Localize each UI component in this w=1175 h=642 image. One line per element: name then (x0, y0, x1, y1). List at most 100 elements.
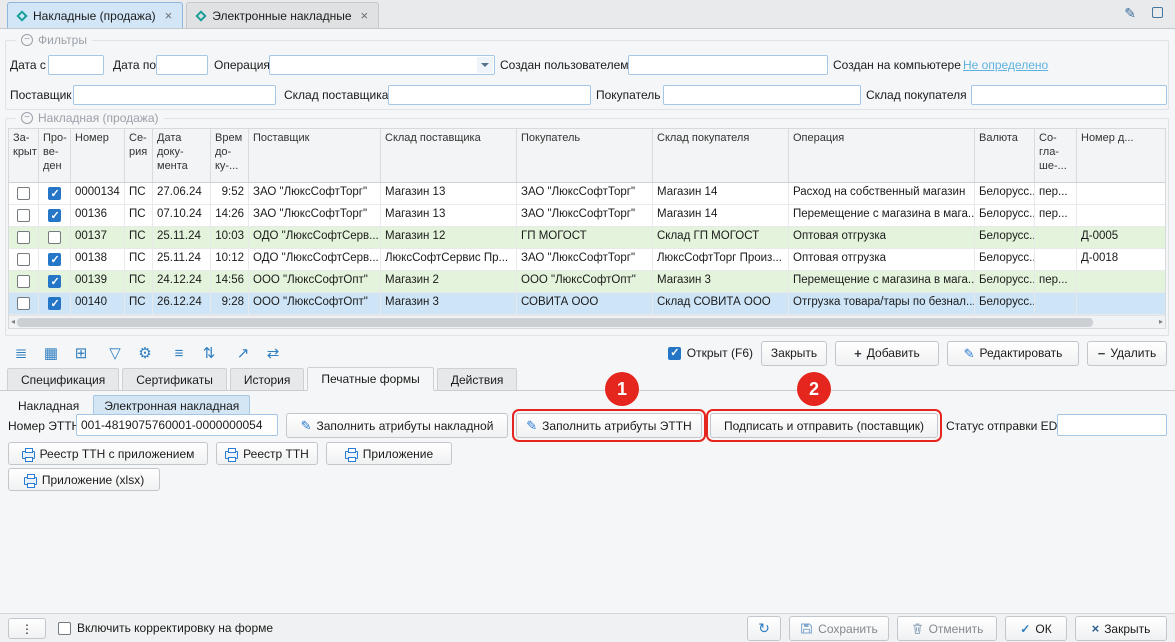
settings-icon[interactable]: ⚙ (132, 341, 158, 365)
column-header[interactable]: Со- гла- ше-... (1035, 129, 1077, 182)
sort-icon[interactable]: ⇅ (196, 341, 222, 365)
tab-print-forms[interactable]: Печатные формы (307, 367, 433, 391)
attachment-button[interactable]: Приложение (326, 442, 452, 465)
filters-group-header[interactable]: − Фильтры (16, 33, 92, 47)
column-header[interactable]: Склад поставщика (381, 129, 517, 182)
closed-checkbox[interactable] (17, 297, 30, 310)
column-header[interactable]: Дата доку- мента (153, 129, 211, 182)
tab-certificates[interactable]: Сертификаты (122, 368, 227, 390)
invoice-row-00139[interactable]: 00139ПС24.12.2414:56ООО "ЛюксСофтОпт"Маг… (9, 271, 1165, 293)
fullscreen-icon[interactable] (1152, 6, 1163, 20)
open-f6-checkbox[interactable]: Открыт (F6) (668, 346, 753, 360)
close-record-button[interactable]: Закрыть (761, 341, 827, 366)
cancel-button[interactable]: Отменить (897, 616, 997, 641)
filter-icon[interactable]: ▽ (102, 341, 128, 365)
scroll-left-icon[interactable]: ◂ (11, 318, 15, 326)
column-header[interactable]: Номер (71, 129, 125, 182)
attachment-xlsx-button[interactable]: Приложение (xlsx) (8, 468, 160, 491)
calendar-icon[interactable]: ⊞ (68, 341, 94, 365)
group-list-icon[interactable]: ≡ (166, 341, 192, 365)
closed-checkbox[interactable] (17, 231, 30, 244)
created-on-computer-link[interactable]: Не определено (963, 55, 1048, 75)
posted-cell (39, 293, 71, 314)
grid-group-header[interactable]: − Накладная (продажа) (16, 111, 164, 125)
posted-checkbox[interactable] (48, 209, 61, 222)
closed-checkbox[interactable] (17, 275, 30, 288)
sign-and-send-button[interactable]: Подписать и отправить (поставщик) (710, 413, 938, 438)
tab-specification[interactable]: Спецификация (7, 368, 119, 390)
closed-checkbox[interactable] (17, 253, 30, 266)
closed-checkbox[interactable] (17, 209, 30, 222)
button-label: Закрыть (771, 346, 817, 360)
close-form-button[interactable]: × Закрыть (1075, 616, 1167, 641)
document-tab-bar: Накладные (продажа) × Электронные наклад… (0, 0, 1175, 29)
tab-actions[interactable]: Действия (437, 368, 518, 390)
tab-history[interactable]: История (230, 368, 305, 390)
posted-checkbox[interactable] (48, 187, 61, 200)
horizontal-scrollbar[interactable]: ◂ ▸ (9, 315, 1165, 328)
subtab-invoice[interactable]: Накладная (7, 395, 90, 416)
buyer-input[interactable] (663, 85, 861, 105)
registry-ttn-with-attachment-button[interactable]: Реестр ТТН с приложением (8, 442, 208, 465)
tab-electronic-invoices[interactable]: Электронные накладные × (186, 2, 379, 28)
posted-checkbox[interactable] (48, 297, 61, 310)
cell: ЛюксСофтТорг Произ... (653, 249, 789, 270)
operation-select[interactable] (269, 55, 495, 75)
column-header[interactable]: Операция (789, 129, 975, 182)
column-header[interactable]: Се- рия (125, 129, 153, 182)
column-header[interactable]: Валюта (975, 129, 1035, 182)
invoice-row-00136[interactable]: 00136ПС07.10.2414:26ЗАО "ЛюксСофтТорг"Ма… (9, 205, 1165, 227)
posted-checkbox[interactable] (48, 231, 61, 244)
scroll-right-icon[interactable]: ▸ (1159, 318, 1163, 326)
posted-checkbox[interactable] (48, 275, 61, 288)
fill-invoice-attributes-button[interactable]: ✎ Заполнить атрибуты накладной (286, 413, 508, 438)
supplier-input[interactable] (73, 85, 276, 105)
supplier-warehouse-input[interactable] (388, 85, 591, 105)
delete-button[interactable]: − Удалить (1087, 341, 1167, 366)
date-to-input[interactable] (156, 55, 208, 75)
collapse-icon[interactable]: − (21, 34, 33, 46)
column-header[interactable]: Про- ве- ден (39, 129, 71, 182)
edi-status-input[interactable] (1057, 414, 1167, 436)
more-menu-button[interactable]: ⋮ (8, 618, 46, 639)
buyer-warehouse-input[interactable] (971, 85, 1167, 105)
column-header[interactable]: Врем до- ку-... (211, 129, 249, 182)
invoice-row-00137[interactable]: 00137ПС25.11.2410:03ОДО "ЛюксСофтСерв...… (9, 227, 1165, 249)
view-list-icon[interactable]: ≣ (8, 341, 34, 365)
column-header[interactable]: Покупатель (517, 129, 653, 182)
ettn-number-input[interactable] (76, 414, 278, 436)
enable-correction-checkbox[interactable]: Включить корректировку на форме (58, 621, 273, 635)
invoice-row-0000134[interactable]: 0000134ПС27.06.249:52ЗАО "ЛюксСофтТорг"М… (9, 183, 1165, 205)
export-icon[interactable]: ↗ (230, 341, 256, 365)
refresh-button[interactable]: ↻ (747, 616, 781, 641)
tab-invoices-sale[interactable]: Накладные (продажа) × (7, 2, 183, 28)
pencil-icon: ✎ (964, 347, 975, 360)
column-header[interactable]: Номер д... (1077, 129, 1165, 182)
invoice-row-00140[interactable]: 00140ПС26.12.249:28ООО "ЛюксСофтОпт"Мага… (9, 293, 1165, 315)
subtab-electronic-invoice[interactable]: Электронная накладная (93, 395, 250, 416)
date-from-input[interactable] (48, 55, 104, 75)
save-button[interactable]: Сохранить (789, 616, 889, 641)
close-tab-icon[interactable]: × (361, 9, 369, 22)
button-label: Приложение (xlsx) (42, 473, 144, 487)
registry-ttn-button[interactable]: Реестр ТТН (216, 442, 318, 465)
ok-button[interactable]: ✓ ОК (1005, 616, 1067, 641)
edit-layout-icon[interactable]: ✎ (1124, 6, 1136, 20)
scrollbar-thumb[interactable] (17, 318, 1093, 327)
invoice-row-00138[interactable]: 00138ПС25.11.2410:12ОДО "ЛюксСофтСерв...… (9, 249, 1165, 271)
column-header[interactable]: Склад покупателя (653, 129, 789, 182)
fill-ettn-attributes-button[interactable]: ✎ Заполнить атрибуты ЭТТН (516, 413, 702, 438)
closed-checkbox[interactable] (17, 187, 30, 200)
view-grid-icon[interactable]: ▦ (38, 341, 64, 365)
edit-button[interactable]: ✎ Редактировать (947, 341, 1079, 366)
posted-checkbox[interactable] (48, 253, 61, 266)
created-by-input[interactable] (628, 55, 828, 75)
column-header[interactable]: Поставщик (249, 129, 381, 182)
add-button[interactable]: + Добавить (835, 341, 939, 366)
column-header[interactable]: За- крыт (9, 129, 39, 182)
close-tab-icon[interactable]: × (165, 9, 173, 22)
open-f6-checkbox-box[interactable] (668, 347, 681, 360)
collapse-icon[interactable]: − (21, 112, 33, 124)
enable-correction-checkbox-box[interactable] (58, 622, 71, 635)
sync-icon[interactable]: ⇄ (260, 341, 286, 365)
